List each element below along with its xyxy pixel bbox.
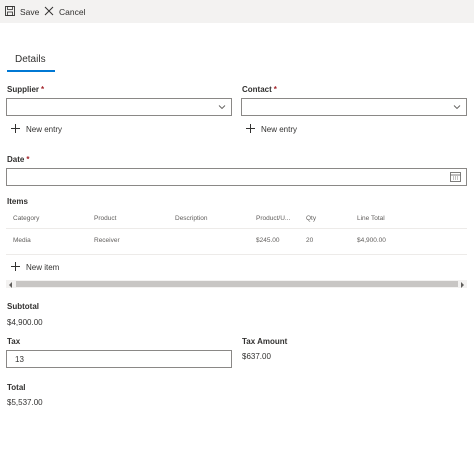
tax-input-value: 13 <box>15 355 24 364</box>
plus-icon <box>246 124 255 135</box>
save-icon <box>5 6 15 18</box>
supplier-dropdown[interactable] <box>6 98 232 116</box>
cancel-button[interactable]: Cancel <box>44 5 85 19</box>
total-label: Total <box>7 383 26 392</box>
date-picker[interactable] <box>6 168 467 186</box>
command-bar: Save Cancel <box>0 0 474 23</box>
required-marker: * <box>273 85 277 94</box>
close-icon <box>44 6 54 18</box>
cell-line-total: $4,900.00 <box>357 237 386 244</box>
subtotal-label: Subtotal <box>7 302 39 311</box>
table-divider <box>6 228 467 229</box>
cell-qty: 20 <box>306 237 314 244</box>
column-header-category[interactable]: Category <box>13 215 39 222</box>
supplier-label: Supplier * <box>7 85 45 94</box>
date-label: Date * <box>7 155 30 164</box>
subtotal-value: $4,900.00 <box>7 318 43 327</box>
tax-amount-label: Tax Amount <box>242 337 288 346</box>
cell-product: Receiver <box>94 237 120 244</box>
tax-label: Tax <box>7 337 21 346</box>
new-entry-label: New entry <box>261 125 298 134</box>
cell-category: Media <box>13 237 31 244</box>
calendar-icon[interactable] <box>450 172 461 184</box>
contact-label: Contact * <box>242 85 277 94</box>
tab-details[interactable]: Details <box>15 54 46 65</box>
column-header-line-total[interactable]: Line Total <box>357 215 385 222</box>
chevron-down-icon <box>217 102 227 114</box>
plus-icon <box>11 124 20 135</box>
total-value: $5,537.00 <box>7 398 43 407</box>
tab-selected-indicator <box>7 70 55 72</box>
new-item-label: New item <box>26 263 60 272</box>
scroll-left-icon[interactable] <box>8 281 13 290</box>
tax-input[interactable]: 13 <box>6 350 232 368</box>
column-header-product[interactable]: Product <box>94 215 116 222</box>
scrollbar-thumb[interactable] <box>16 281 458 287</box>
column-header-qty[interactable]: Qty <box>306 215 316 222</box>
supplier-new-entry-button[interactable]: New entry <box>11 124 62 135</box>
scroll-right-icon[interactable] <box>460 281 465 290</box>
save-button[interactable]: Save <box>5 5 39 19</box>
new-item-button[interactable]: New item <box>11 262 59 273</box>
column-header-description[interactable]: Description <box>175 215 208 222</box>
plus-icon <box>11 262 20 273</box>
save-label: Save <box>20 7 40 17</box>
horizontal-scrollbar[interactable] <box>6 280 467 288</box>
tax-amount-value: $637.00 <box>242 352 271 361</box>
new-entry-label: New entry <box>26 125 63 134</box>
contact-new-entry-button[interactable]: New entry <box>246 124 297 135</box>
contact-dropdown[interactable] <box>241 98 467 116</box>
cell-unit-price: $245.00 <box>256 237 280 244</box>
table-divider <box>6 254 467 255</box>
chevron-down-icon <box>452 102 462 114</box>
cancel-label: Cancel <box>59 7 86 17</box>
tab-details-label: Details <box>15 54 46 65</box>
required-marker: * <box>41 85 45 94</box>
required-marker: * <box>26 155 30 164</box>
items-label: Items <box>7 197 28 206</box>
column-header-unit-price[interactable]: Product/U... <box>256 215 290 222</box>
